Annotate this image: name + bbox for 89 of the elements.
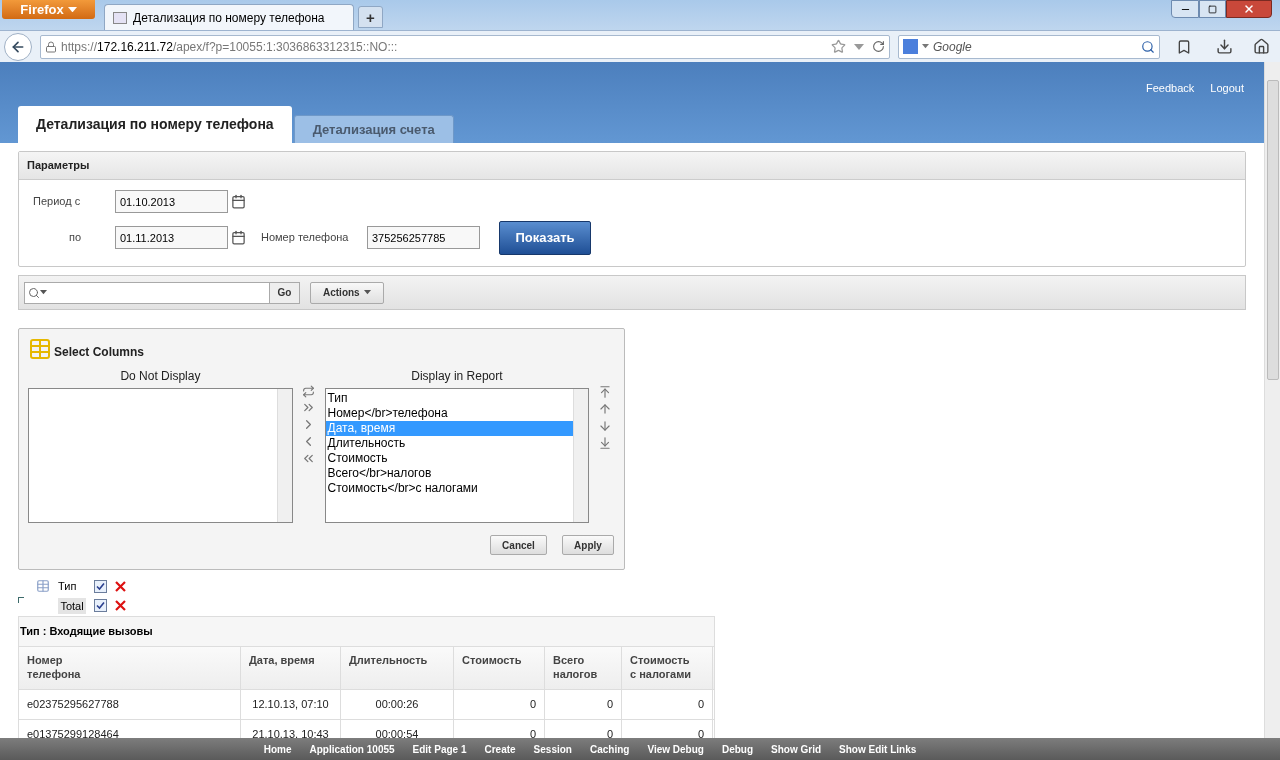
column-option[interactable]: Всего</br>налогов bbox=[325, 466, 574, 481]
report-search-field[interactable]: Go bbox=[24, 281, 300, 304]
lock-icon bbox=[45, 40, 57, 53]
phone-field[interactable]: 375256257785 bbox=[367, 226, 480, 249]
table-cell: 00:00:26 bbox=[341, 690, 454, 719]
search-icon[interactable] bbox=[1141, 39, 1155, 54]
table-cell: 0 bbox=[622, 690, 713, 719]
table-cell: 0 bbox=[545, 690, 622, 719]
move-up-icon[interactable] bbox=[598, 402, 613, 416]
search-field[interactable]: Google bbox=[898, 34, 1160, 59]
search-input[interactable]: Google bbox=[933, 37, 1137, 56]
apply-button[interactable]: Apply bbox=[562, 535, 614, 555]
browser-tab[interactable]: Детализация по номеру телефона bbox=[104, 4, 354, 30]
back-button[interactable] bbox=[4, 32, 32, 61]
reload-icon[interactable] bbox=[872, 40, 885, 53]
header-link[interactable]: Feedback bbox=[1146, 80, 1195, 106]
calendar-icon[interactable] bbox=[231, 194, 246, 209]
bookmarks-icon[interactable] bbox=[1176, 38, 1192, 55]
page-tab[interactable]: Детализация по номеру телефона bbox=[18, 106, 292, 143]
column-header[interactable]: Стоимость bbox=[454, 647, 545, 689]
scrollbar[interactable] bbox=[573, 389, 589, 522]
column-option[interactable]: Стоимость</br>с налогами bbox=[325, 481, 574, 496]
break-label: Тип bbox=[58, 579, 78, 594]
scrollbar[interactable] bbox=[276, 389, 292, 522]
url-text: https://172.16.211.72/apex/f?p=10055:1:3036863312315::NO::: bbox=[61, 38, 398, 56]
list-heading: Do Not Display bbox=[120, 368, 201, 385]
scrollbar[interactable] bbox=[1264, 62, 1280, 738]
caret-icon[interactable] bbox=[40, 290, 47, 295]
column-header[interactable]: Всего налогов bbox=[545, 647, 622, 689]
column-option[interactable]: Стоимость bbox=[325, 451, 574, 466]
date-field[interactable]: 01.10.2013 bbox=[115, 190, 228, 213]
calendar-icon[interactable] bbox=[231, 230, 246, 245]
remove-icon[interactable] bbox=[115, 580, 126, 592]
toolbar-link[interactable]: Show Grid bbox=[771, 741, 822, 757]
break-label: Total bbox=[58, 597, 86, 614]
close-icon bbox=[1243, 3, 1255, 15]
date-field[interactable]: 01.11.2013 bbox=[115, 226, 228, 249]
header-link[interactable]: Logout bbox=[1210, 80, 1244, 106]
checkbox[interactable] bbox=[94, 579, 107, 593]
table-cell: e02375295627788 bbox=[19, 690, 241, 719]
reset-icon[interactable] bbox=[302, 385, 316, 398]
move-bottom-icon[interactable] bbox=[598, 436, 613, 450]
page-icon bbox=[113, 11, 127, 24]
toolbar-link[interactable]: Debug bbox=[721, 741, 754, 757]
download-icon[interactable] bbox=[1216, 38, 1233, 55]
column-header[interactable]: Стоимость с налогами bbox=[622, 647, 713, 689]
column-header[interactable]: Номер телефона bbox=[19, 647, 241, 689]
remove-icon[interactable] bbox=[115, 600, 126, 612]
list-heading: Display in Report bbox=[411, 368, 503, 385]
collapse-icon[interactable] bbox=[18, 597, 24, 603]
checkbox[interactable] bbox=[94, 599, 107, 613]
table-cell: 12.10.13, 07:10 bbox=[241, 690, 341, 719]
hidden-columns-list[interactable] bbox=[28, 388, 293, 523]
close-button[interactable] bbox=[1226, 0, 1272, 18]
address-bar[interactable]: https://172.16.211.72/apex/f?p=10055:1:3036863312315::NO::: bbox=[40, 34, 890, 59]
table-cell: 0 bbox=[454, 690, 545, 719]
scrollbar-thumb[interactable] bbox=[1266, 80, 1279, 380]
column-option[interactable]: Длительность bbox=[325, 436, 574, 451]
new-tab-button[interactable]: + bbox=[358, 6, 383, 28]
panel-title: Select Columns bbox=[54, 344, 145, 361]
displayed-columns-list[interactable]: Тип Номер</br>телефона Дата, время Длительность Стоимость Всего</br>налогов Стоимость</br>с налогами bbox=[324, 388, 590, 523]
move-top-icon[interactable] bbox=[598, 385, 613, 399]
home-icon[interactable] bbox=[1253, 38, 1270, 55]
table-icon bbox=[28, 337, 52, 361]
minimize-button[interactable] bbox=[1171, 0, 1199, 18]
field-label: Период с bbox=[33, 194, 82, 210]
column-option[interactable]: Тип bbox=[325, 391, 574, 406]
grid-icon bbox=[36, 579, 50, 594]
page-tab[interactable]: Детализация счета bbox=[293, 115, 454, 143]
caret-icon[interactable] bbox=[363, 290, 371, 295]
maximize-icon bbox=[1208, 4, 1217, 14]
maximize-button[interactable] bbox=[1199, 0, 1226, 18]
bookmark-star-icon[interactable] bbox=[831, 39, 846, 54]
caret-icon[interactable] bbox=[67, 6, 77, 13]
search-icon[interactable] bbox=[28, 286, 40, 299]
field-label: по bbox=[68, 230, 83, 246]
panel-title: Параметры bbox=[27, 158, 90, 174]
actions-button[interactable]: Actions bbox=[310, 281, 384, 304]
tab-title: Детализация по номеру телефона bbox=[133, 9, 325, 27]
toolbar-link[interactable]: Show Edit Links bbox=[839, 741, 917, 757]
column-header[interactable]: Длительность bbox=[341, 647, 454, 689]
field-label: Номер телефона bbox=[261, 230, 350, 246]
go-button[interactable]: Go bbox=[269, 282, 299, 303]
show-button[interactable]: Показать bbox=[499, 220, 591, 255]
column-header[interactable]: Дата, время bbox=[241, 647, 341, 689]
column-option[interactable]: Номер</br>телефона bbox=[325, 406, 574, 421]
group-title: Тип : Входящие вызовы bbox=[20, 624, 153, 640]
cancel-button[interactable]: Cancel bbox=[490, 535, 547, 555]
caret-icon[interactable] bbox=[922, 44, 929, 49]
